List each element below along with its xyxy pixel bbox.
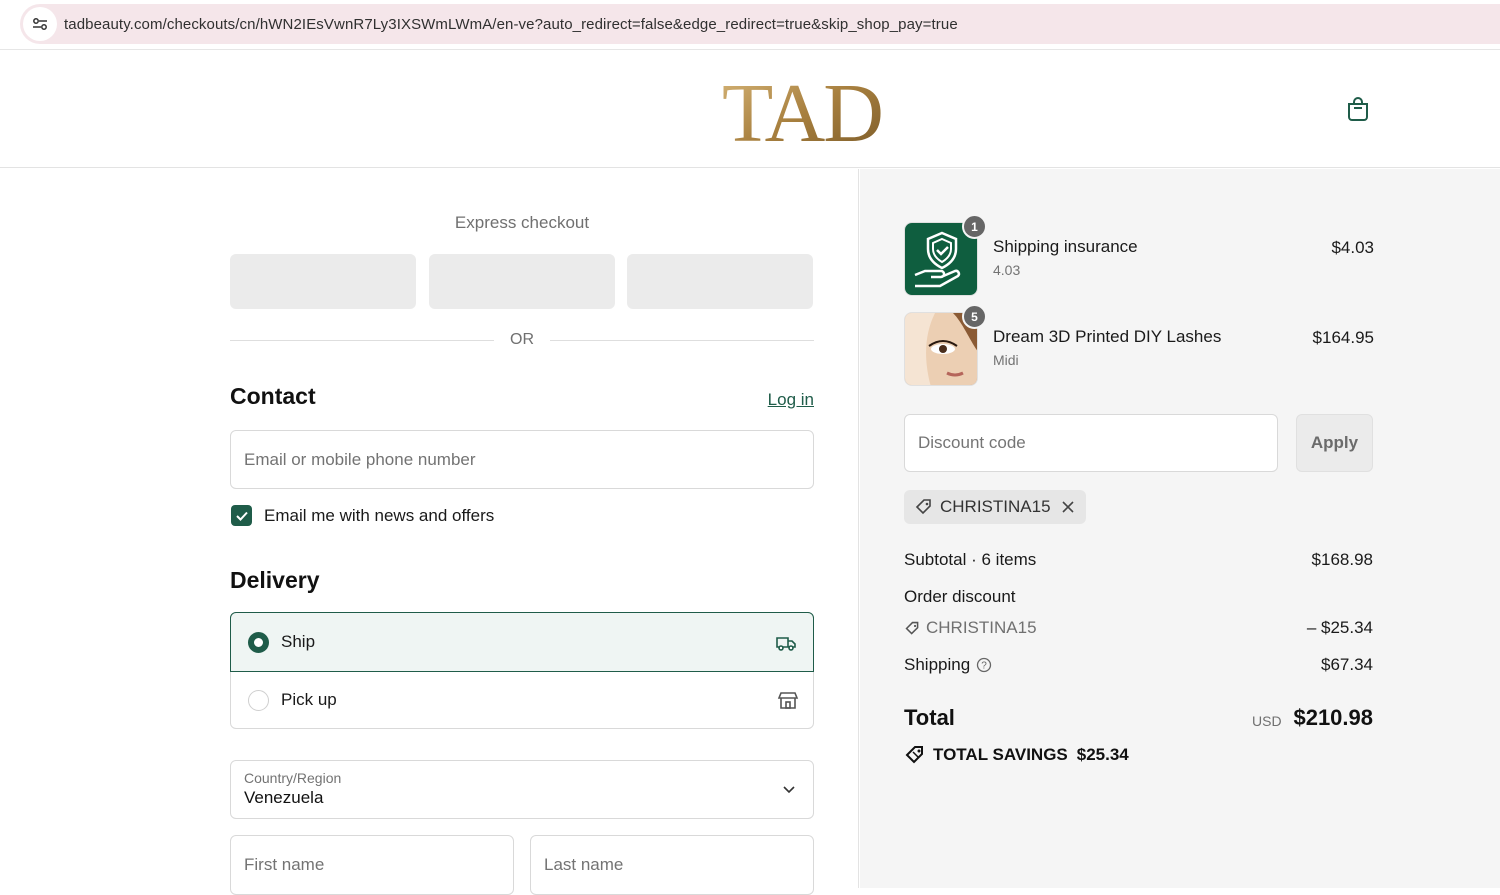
checkmark-icon [235, 511, 248, 521]
tag-icon [905, 621, 919, 635]
browser-address-bar: tadbeauty.com/checkouts/cn/hWN2IEsVwnR7L… [0, 0, 1500, 50]
last-name-input[interactable] [531, 836, 813, 894]
item-price: $164.95 [1312, 328, 1374, 347]
express-pay-button-1[interactable] [230, 254, 416, 309]
item-price: $4.03 [1331, 238, 1374, 257]
subtotal-row: Subtotal · 6 items $168.98 [904, 550, 1373, 570]
discount-value: – $25.34 [1306, 618, 1373, 637]
item-variant: 4.03 [993, 262, 1021, 278]
shopping-bag-icon[interactable] [1344, 95, 1372, 123]
order-summary: 1 Shipping insurance 4.03 $4.03 5 Dream … [860, 169, 1500, 888]
total-currency: USD [1252, 713, 1282, 729]
savings-label: TOTAL SAVINGS [933, 745, 1068, 764]
divider-right [550, 340, 814, 341]
store-icon [777, 689, 799, 711]
url-text: tadbeauty.com/checkouts/cn/hWN2IEsVwnR7L… [64, 15, 958, 33]
close-icon[interactable] [1060, 499, 1076, 515]
shipping-label: Shipping [904, 655, 971, 674]
line-item: 5 Dream 3D Printed DIY Lashes Midi $164.… [904, 304, 1374, 387]
item-name: Dream 3D Printed DIY Lashes [993, 327, 1222, 346]
contact-heading: Contact [230, 383, 316, 409]
pickup-label: Pick up [281, 690, 337, 709]
total-label: Total [904, 705, 955, 730]
site-settings-icon[interactable] [20, 4, 60, 44]
first-name-input[interactable] [231, 836, 513, 894]
url-field[interactable]: tadbeauty.com/checkouts/cn/hWN2IEsVwnR7L… [20, 4, 1500, 44]
chevron-down-icon [783, 786, 795, 794]
savings-value: $25.34 [1076, 745, 1129, 764]
country-label: Country/Region [244, 770, 342, 786]
subtotal-label: Subtotal · 6 items [904, 550, 1037, 569]
total-savings: TOTAL SAVINGS $25.34 [904, 744, 1129, 766]
total-value: $210.98 [1293, 705, 1373, 730]
email-input[interactable] [231, 431, 813, 488]
or-divider-text: OR [510, 331, 534, 348]
svg-text:TAD: TAD [722, 67, 882, 147]
tag-icon [915, 499, 931, 515]
country-value: Venezuela [244, 788, 324, 807]
delivery-option-pickup[interactable]: Pick up [231, 671, 815, 729]
login-link[interactable]: Log in [740, 390, 814, 410]
tad-logo[interactable]: TAD [712, 67, 892, 160]
news-checkbox[interactable] [231, 505, 252, 526]
tag-icon [905, 746, 923, 764]
ship-label: Ship [281, 632, 316, 651]
news-checkbox-label: Email me with news and offers [264, 505, 495, 525]
ship-radio[interactable] [248, 631, 269, 653]
item-variant: Midi [993, 352, 1019, 368]
apply-discount-button[interactable]: Apply [1296, 414, 1373, 472]
shipping-value: $67.34 [1321, 655, 1373, 674]
express-checkout-title: Express checkout [454, 213, 590, 232]
shipping-row: Shipping ? $67.34 [904, 655, 1373, 675]
discount-code-field[interactable] [904, 414, 1278, 472]
delivery-heading: Delivery [230, 567, 320, 593]
line-item: 1 Shipping insurance 4.03 $4.03 [904, 214, 1374, 297]
delivery-option-ship[interactable]: Ship [230, 612, 814, 672]
subtotal-value: $168.98 [1311, 550, 1373, 569]
quantity-badge: 5 [962, 304, 987, 329]
checkout-form: Express checkout OR Contact Log in Email… [0, 169, 859, 895]
svg-text:?: ? [981, 661, 987, 672]
express-pay-button-2[interactable] [429, 254, 615, 309]
order-discount-row: Order discount [904, 587, 1373, 607]
first-name-field[interactable] [230, 835, 514, 895]
pickup-radio[interactable] [248, 689, 269, 711]
help-icon[interactable]: ? [976, 657, 992, 673]
truck-icon [775, 631, 797, 653]
order-discount-label: Order discount [904, 587, 1016, 606]
divider-left [230, 340, 494, 341]
email-field[interactable] [230, 430, 814, 489]
applied-discount-chip: CHRISTINA15 [904, 490, 1086, 524]
quantity-badge: 1 [962, 214, 987, 239]
store-header: TAD [0, 51, 1500, 168]
express-pay-button-3[interactable] [627, 254, 813, 309]
last-name-field[interactable] [530, 835, 814, 895]
news-checkbox-row[interactable]: Email me with news and offers [231, 505, 494, 526]
discount-code-label: CHRISTINA15 [926, 618, 1037, 637]
discount-code-input[interactable] [905, 415, 1277, 471]
item-name: Shipping insurance [993, 237, 1138, 256]
discount-code-row: CHRISTINA15 – $25.34 [904, 618, 1373, 638]
delivery-options: Ship Pick up [230, 612, 814, 729]
country-select[interactable]: Country/Region Venezuela [230, 760, 814, 819]
applied-code-text: CHRISTINA15 [940, 497, 1051, 516]
